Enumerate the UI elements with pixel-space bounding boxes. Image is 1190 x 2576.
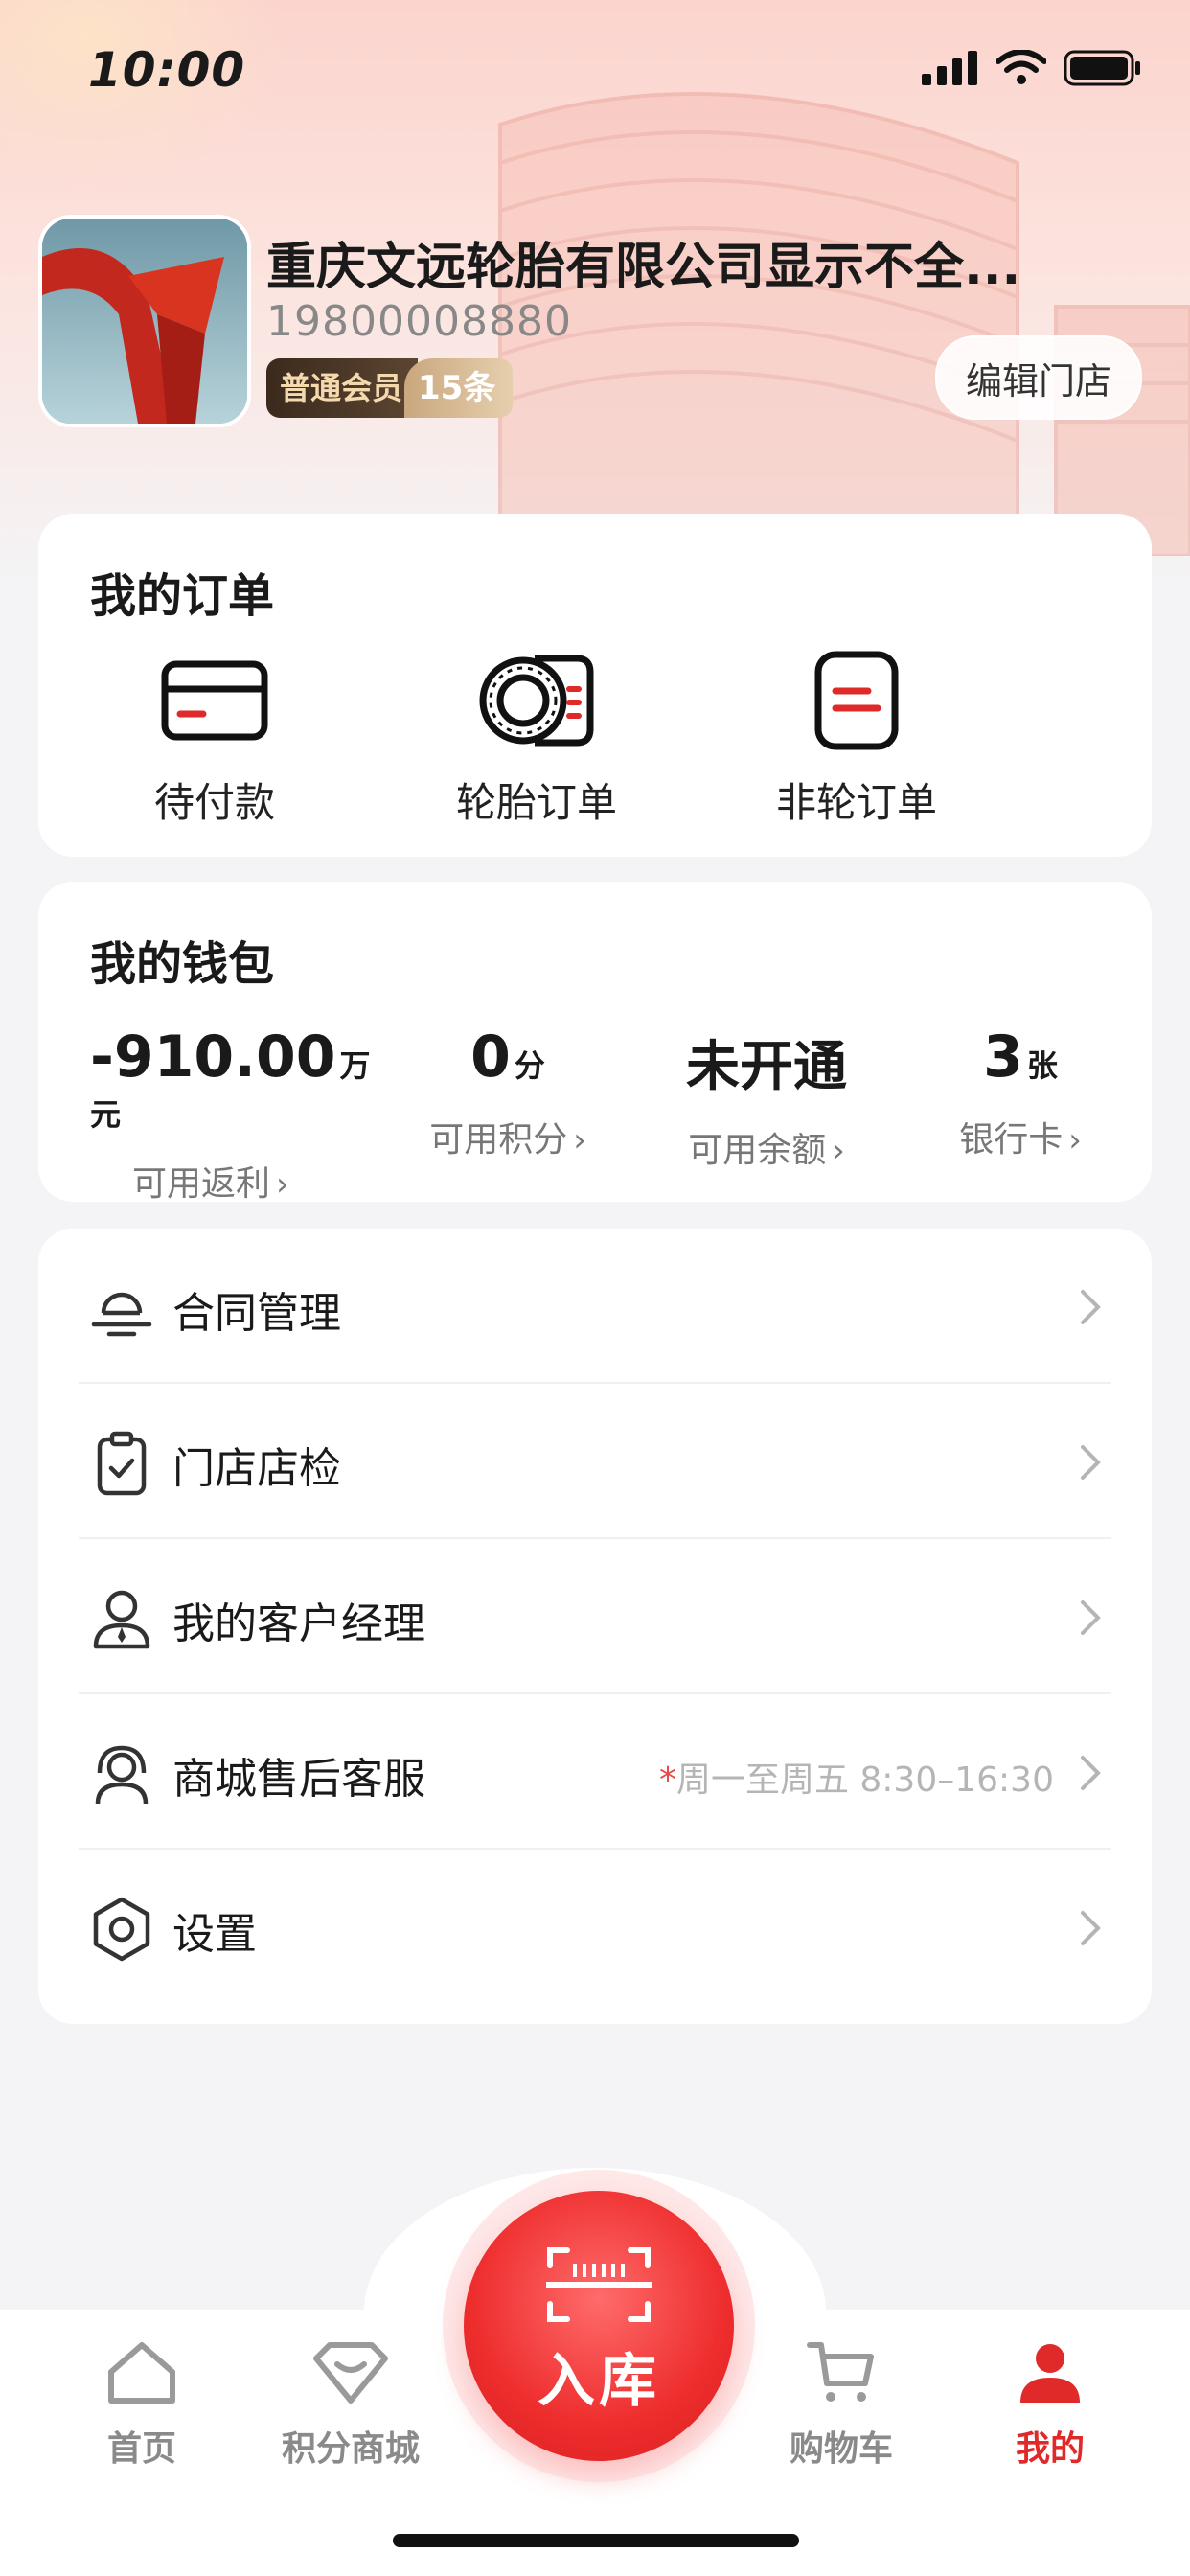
- tab-mine[interactable]: 我的: [954, 2333, 1146, 2471]
- parts-icon: [742, 648, 972, 753]
- home-icon: [46, 2333, 238, 2413]
- wallet-label: 银行卡: [959, 1120, 1064, 1160]
- points-mall-icon: [255, 2333, 446, 2413]
- order-label: 非轮订单: [775, 779, 937, 826]
- store-avatar[interactable]: [38, 215, 251, 427]
- customer-service-icon: [95, 1745, 149, 1805]
- tab-label: 购物车: [789, 2429, 893, 2469]
- avatar-image: [42, 218, 247, 424]
- wallet-bank-cards[interactable]: 3张 银行卡 ›: [920, 1024, 1121, 1162]
- manager-icon: [93, 1590, 150, 1649]
- status-time: 10:00: [88, 42, 246, 98]
- signal-icon: [922, 51, 977, 85]
- tab-label: 积分商城: [281, 2429, 420, 2469]
- service-hours-text: 周一至周五 8:30–16:30: [675, 1760, 1054, 1800]
- tire-icon: [422, 648, 652, 753]
- shop-name: 重庆文远轮胎有限公司显示不全...: [266, 239, 1021, 296]
- tab-label: 首页: [106, 2429, 176, 2469]
- wallet-value: -910.00: [90, 1024, 336, 1091]
- order-label: 待付款: [153, 779, 275, 826]
- chevron-right-icon: [1081, 1756, 1101, 1790]
- chevron-right-icon: [1081, 1600, 1101, 1635]
- wifi-icon: [996, 50, 1046, 84]
- tab-label: 我的: [1015, 2429, 1085, 2469]
- edit-store-button[interactable]: 编辑门店: [935, 335, 1142, 420]
- tab-home[interactable]: 首页: [46, 2333, 238, 2471]
- wallet-label-row: 可用余额 ›: [652, 1122, 881, 1172]
- wallet-label: 可用返利: [132, 1164, 271, 1204]
- wallet-rebate[interactable]: -910.00 万元 可用返利 ›: [90, 1024, 378, 1206]
- order-pending-payment[interactable]: 待付款: [100, 648, 330, 829]
- user-icon: [954, 2333, 1146, 2413]
- settings-icon: [93, 1897, 150, 1962]
- orders-card: 我的订单 待付款 轮胎订单 非轮订单: [38, 514, 1152, 857]
- tab-points-mall[interactable]: 积分商城: [255, 2333, 446, 2471]
- wallet-label: 可用积分: [429, 1120, 568, 1160]
- wallet-unit: 张: [1026, 1047, 1058, 1084]
- battery-icon: [1064, 50, 1140, 86]
- stock-in-button[interactable]: 入库: [464, 2191, 734, 2461]
- scan-icon: [546, 2247, 652, 2322]
- tab-cart[interactable]: 购物车: [745, 2333, 937, 2471]
- member-count: 15条: [404, 358, 514, 418]
- stock-in-label: 入库: [538, 2348, 660, 2415]
- wallet-balance[interactable]: 未开通 可用余额 ›: [652, 1024, 881, 1172]
- chevron-right-icon: ›: [1068, 1121, 1082, 1160]
- orders-title: 我的订单: [90, 569, 275, 623]
- clipboard-check-icon: [97, 1431, 147, 1496]
- menu-item-store-inspection[interactable]: 门店店检: [38, 1384, 1152, 1539]
- phone-number: 19800008880: [266, 297, 572, 346]
- wallet-label-row: 银行卡 ›: [920, 1112, 1121, 1162]
- wallet-label: 可用余额: [688, 1131, 827, 1170]
- chevron-right-icon: [1081, 1445, 1101, 1480]
- menu-label: 设置: [172, 1910, 257, 1959]
- menu-label: 商城售后客服: [172, 1755, 425, 1804]
- card-icon: [100, 648, 330, 753]
- order-label: 轮胎订单: [455, 779, 617, 826]
- order-non-tire[interactable]: 非轮订单: [742, 648, 972, 829]
- order-tire[interactable]: 轮胎订单: [422, 648, 652, 829]
- member-badge[interactable]: 普通会员 15条: [266, 358, 514, 418]
- menu-label: 我的客户经理: [172, 1599, 425, 1648]
- home-indicator: [393, 2534, 799, 2547]
- chevron-right-icon: ›: [276, 1165, 289, 1204]
- menu-card: 合同管理 门店店检 我的客户经理 商城售后客服 *周一至周五 8:30–16:3…: [38, 1229, 1152, 2024]
- menu-label: 合同管理: [172, 1289, 341, 1338]
- member-level: 普通会员: [266, 358, 419, 418]
- wallet-label-row: 可用积分 ›: [393, 1112, 623, 1162]
- wallet-value: 3: [983, 1024, 1023, 1091]
- status-icons: [922, 50, 1142, 86]
- service-hours-star: *: [658, 1760, 676, 1800]
- wallet-points[interactable]: 0分 可用积分 ›: [393, 1024, 623, 1162]
- menu-item-customer-service[interactable]: 商城售后客服 *周一至周五 8:30–16:30: [38, 1694, 1152, 1850]
- wallet-value: 未开通: [686, 1036, 847, 1098]
- contract-icon: [91, 1292, 152, 1337]
- wallet-unit: 分: [514, 1047, 545, 1084]
- service-hours: *周一至周五 8:30–16:30: [659, 1752, 1054, 1802]
- cart-icon: [745, 2333, 937, 2413]
- menu-item-settings[interactable]: 设置: [38, 1850, 1152, 2005]
- menu-label: 门店店检: [172, 1444, 341, 1493]
- chevron-right-icon: ›: [832, 1132, 845, 1170]
- chevron-right-icon: [1081, 1911, 1101, 1945]
- chevron-right-icon: ›: [573, 1121, 586, 1160]
- chevron-right-icon: [1081, 1290, 1101, 1324]
- wallet-card: 我的钱包 -910.00 万元 可用返利 › 0分 可用积分 › 未开通 可用余额 › …: [38, 882, 1152, 1204]
- menu-item-account-manager[interactable]: 我的客户经理: [38, 1539, 1152, 1694]
- wallet-label-row: 可用返利 ›: [90, 1156, 378, 1206]
- wallet-value: 0: [470, 1024, 511, 1091]
- wallet-title: 我的钱包: [90, 937, 275, 991]
- menu-item-contract[interactable]: 合同管理: [38, 1229, 1152, 1384]
